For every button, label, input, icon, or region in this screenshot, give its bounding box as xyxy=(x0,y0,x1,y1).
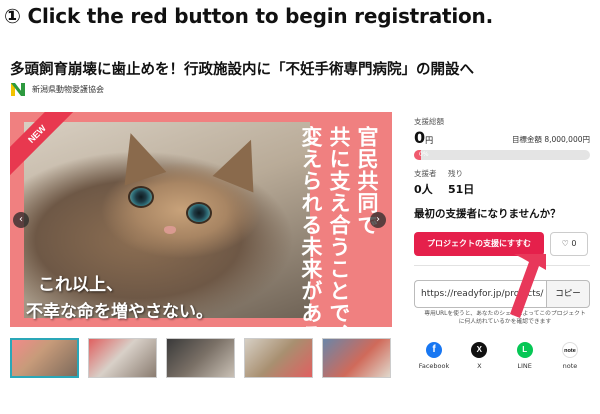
favorite-button[interactable]: ♡ 0 xyxy=(550,232,588,256)
share-facebook[interactable]: f Facebook xyxy=(418,342,450,370)
favorite-count: 0 xyxy=(571,239,577,248)
share-url-row: https://readyfor.jp/projects/ コピー xyxy=(414,280,590,308)
page-title: 多頭飼育崩壊に歯止めを！行政施設内に「不妊手術専門病院」の開設へ xyxy=(10,62,474,78)
supporters-label: 支援者 xyxy=(414,169,437,178)
share-label: note xyxy=(562,362,578,370)
line-icon: L xyxy=(516,342,533,358)
thumbnail[interactable] xyxy=(244,338,313,378)
remaining-value: 51日 xyxy=(448,183,475,196)
organization-logo-icon xyxy=(10,81,26,97)
share-line[interactable]: L LINE xyxy=(509,342,541,370)
hero-caption: これ以上、 不幸な命を増やさない。 xyxy=(26,270,213,322)
share-label: LINE xyxy=(517,362,532,370)
remaining-label: 残り xyxy=(448,169,463,178)
hero-vertical-line: 共に支え合うことで、 xyxy=(326,126,352,327)
chevron-left-icon[interactable]: ‹ xyxy=(13,212,29,228)
heart-icon: ♡ xyxy=(561,239,569,248)
thumbnail[interactable] xyxy=(88,338,157,378)
organization[interactable]: 新潟県動物愛護協会 xyxy=(10,80,104,98)
pointer-arrow-icon xyxy=(510,254,546,318)
thumbnail[interactable] xyxy=(10,338,79,378)
share-note-service[interactable]: note note xyxy=(554,342,586,370)
remaining-stat: 残り 51日 xyxy=(448,168,474,197)
total-label: 支援総額 xyxy=(414,117,444,126)
hero-image[interactable]: 官民共同で 共に支え合うことで、 変えられる未来がある。 これ以上、 不幸な命を… xyxy=(10,112,392,327)
share-label: Facebook xyxy=(418,362,450,370)
cta-headline: 最初の支援者になりませんか？ xyxy=(414,208,561,220)
chevron-right-icon[interactable]: › xyxy=(370,212,386,228)
goal-amount: 目標金額 8,000,000円 xyxy=(511,135,590,144)
organization-name: 新潟県動物愛護協会 xyxy=(32,84,104,94)
share-buttons: f Facebook X X L LINE note note xyxy=(414,342,590,370)
hero-caption-line: これ以上、 xyxy=(38,275,123,295)
total-value: 0 xyxy=(414,128,426,147)
share-x[interactable]: X X xyxy=(463,342,495,370)
hero-vertical-text: 官民共同で 共に支え合うことで、 変えられる未来がある。 xyxy=(298,126,380,327)
supporters-stat: 支援者 0人 xyxy=(414,168,437,197)
thumbnail[interactable] xyxy=(166,338,235,378)
share-label: X xyxy=(477,362,482,370)
divider xyxy=(414,265,590,266)
instruction-text: ① Click the red button to begin registra… xyxy=(4,4,493,28)
share-note: 専用URLを使うと、あなたのシェアによってこのプロジェクトに何人訪れているかを確… xyxy=(424,311,586,326)
thumbnail[interactable] xyxy=(322,338,391,378)
note-icon: note xyxy=(561,342,578,358)
hero-caption-line: 不幸な命を増やさない。 xyxy=(26,302,213,322)
copy-button[interactable]: コピー xyxy=(546,280,590,308)
x-icon: X xyxy=(471,342,488,358)
hero-vertical-line: 変えられる未来がある。 xyxy=(298,126,324,327)
progress-bar: 0% xyxy=(414,150,590,160)
total-amount: 0円 xyxy=(414,128,433,147)
progress-text: 0% xyxy=(419,151,429,158)
total-unit: 円 xyxy=(425,136,434,145)
supporters-value: 0人 xyxy=(414,183,433,196)
facebook-icon: f xyxy=(426,342,442,358)
thumbnail-strip xyxy=(10,338,391,378)
